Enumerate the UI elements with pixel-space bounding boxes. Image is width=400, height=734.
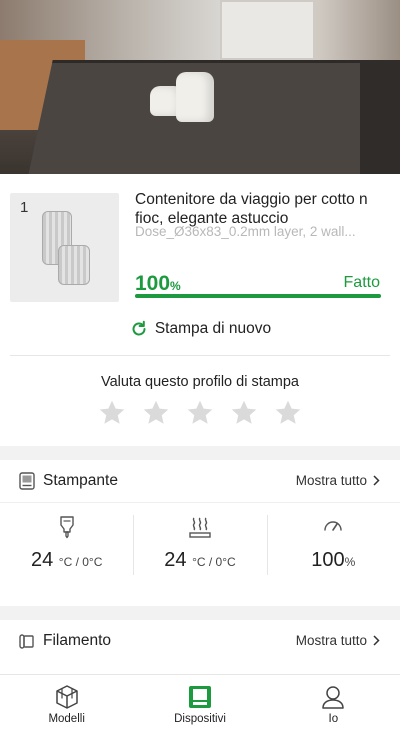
nav-devices[interactable]: Dispositivi bbox=[133, 675, 266, 734]
progress-percent: 100% bbox=[135, 272, 181, 295]
nav-label: Io bbox=[328, 713, 339, 725]
printer-icon bbox=[188, 686, 211, 708]
printer-section: Stampante Mostra tutto 24 °C / 0°C 24 °C… bbox=[0, 460, 400, 606]
printer-stats: 24 °C / 0°C 24 °C / 0°C 100% bbox=[0, 515, 400, 575]
reprint-label: Stampa di nuovo bbox=[154, 320, 272, 337]
star-icon[interactable] bbox=[185, 398, 215, 428]
divider bbox=[0, 502, 400, 503]
filament-spool-icon bbox=[19, 634, 34, 649]
user-icon bbox=[322, 686, 345, 709]
heatbed-icon bbox=[189, 517, 211, 538]
bed-temp-unit: °C / 0°C bbox=[192, 555, 236, 569]
model-thumbnail[interactable]: 1 bbox=[10, 193, 119, 302]
printer-show-all-link[interactable]: Mostra tutto bbox=[296, 473, 380, 488]
rating-prompt: Valuta questo profilo di stampa bbox=[100, 374, 299, 390]
filament-header: Filamento Mostra tutto bbox=[0, 620, 400, 660]
camera-shelf bbox=[220, 0, 315, 60]
nozzle-icon bbox=[59, 516, 74, 539]
star-icon[interactable] bbox=[273, 398, 303, 428]
chevron-right-icon bbox=[373, 475, 380, 486]
nav-me[interactable]: Io bbox=[267, 675, 400, 734]
star-icon[interactable] bbox=[229, 398, 259, 428]
speedometer-icon bbox=[324, 521, 343, 531]
speed-unit: % bbox=[344, 555, 356, 569]
job-status: Fatto bbox=[343, 274, 380, 291]
nozzle-temperature[interactable]: 24 °C / 0°C bbox=[0, 515, 133, 575]
show-all-label: Mostra tutto bbox=[295, 473, 367, 488]
speed-value: 100 bbox=[311, 549, 345, 571]
filament-title: Filamento bbox=[43, 632, 112, 649]
nozzle-temp-value: 24 bbox=[30, 549, 54, 571]
divider bbox=[10, 355, 390, 356]
progress-bar-fill bbox=[135, 294, 381, 298]
nav-label: Modelli bbox=[48, 713, 85, 725]
cube-icon bbox=[55, 685, 78, 709]
section-gap bbox=[0, 606, 400, 620]
print-speed[interactable]: 100% bbox=[266, 515, 400, 575]
filament-section: Filamento Mostra tutto bbox=[0, 620, 400, 674]
bed-temperature[interactable]: 24 °C / 0°C bbox=[133, 515, 266, 575]
bed-temp-value: 24 bbox=[164, 549, 187, 571]
printer-icon bbox=[19, 472, 35, 490]
nozzle-temp-unit: °C / 0°C bbox=[58, 555, 103, 569]
thumbnail-part-short bbox=[58, 245, 90, 285]
job-profile: Dose_Ø36x83_0.2mm layer, 2 wall... bbox=[135, 224, 356, 239]
printer-header: Stampante Mostra tutto bbox=[0, 460, 400, 500]
reprint-button[interactable]: Stampa di nuovo bbox=[0, 318, 400, 340]
star-icon[interactable] bbox=[141, 398, 171, 428]
camera-view[interactable] bbox=[0, 0, 400, 174]
printer-title: Stampante bbox=[43, 472, 118, 489]
job-summary: 1 Contenitore da viaggio per cotto n fio… bbox=[0, 174, 400, 446]
rating-stars bbox=[0, 398, 400, 428]
chevron-right-icon bbox=[373, 635, 380, 646]
bottom-navigation: Modelli Dispositivi Io bbox=[0, 674, 400, 734]
section-gap bbox=[0, 446, 400, 460]
star-icon[interactable] bbox=[97, 398, 127, 428]
filament-show-all-link[interactable]: Mostra tutto bbox=[296, 633, 380, 648]
plate-number: 1 bbox=[20, 199, 29, 216]
nav-label: Dispositivi bbox=[174, 713, 226, 725]
printed-part-2 bbox=[176, 72, 214, 122]
nav-models[interactable]: Modelli bbox=[0, 675, 133, 734]
show-all-label: Mostra tutto bbox=[295, 633, 367, 648]
camera-printer-frame bbox=[360, 60, 400, 174]
refresh-icon bbox=[132, 320, 146, 336]
progress-bar bbox=[135, 294, 381, 298]
job-title: Contenitore da viaggio per cotto n fioc,… bbox=[135, 191, 368, 227]
